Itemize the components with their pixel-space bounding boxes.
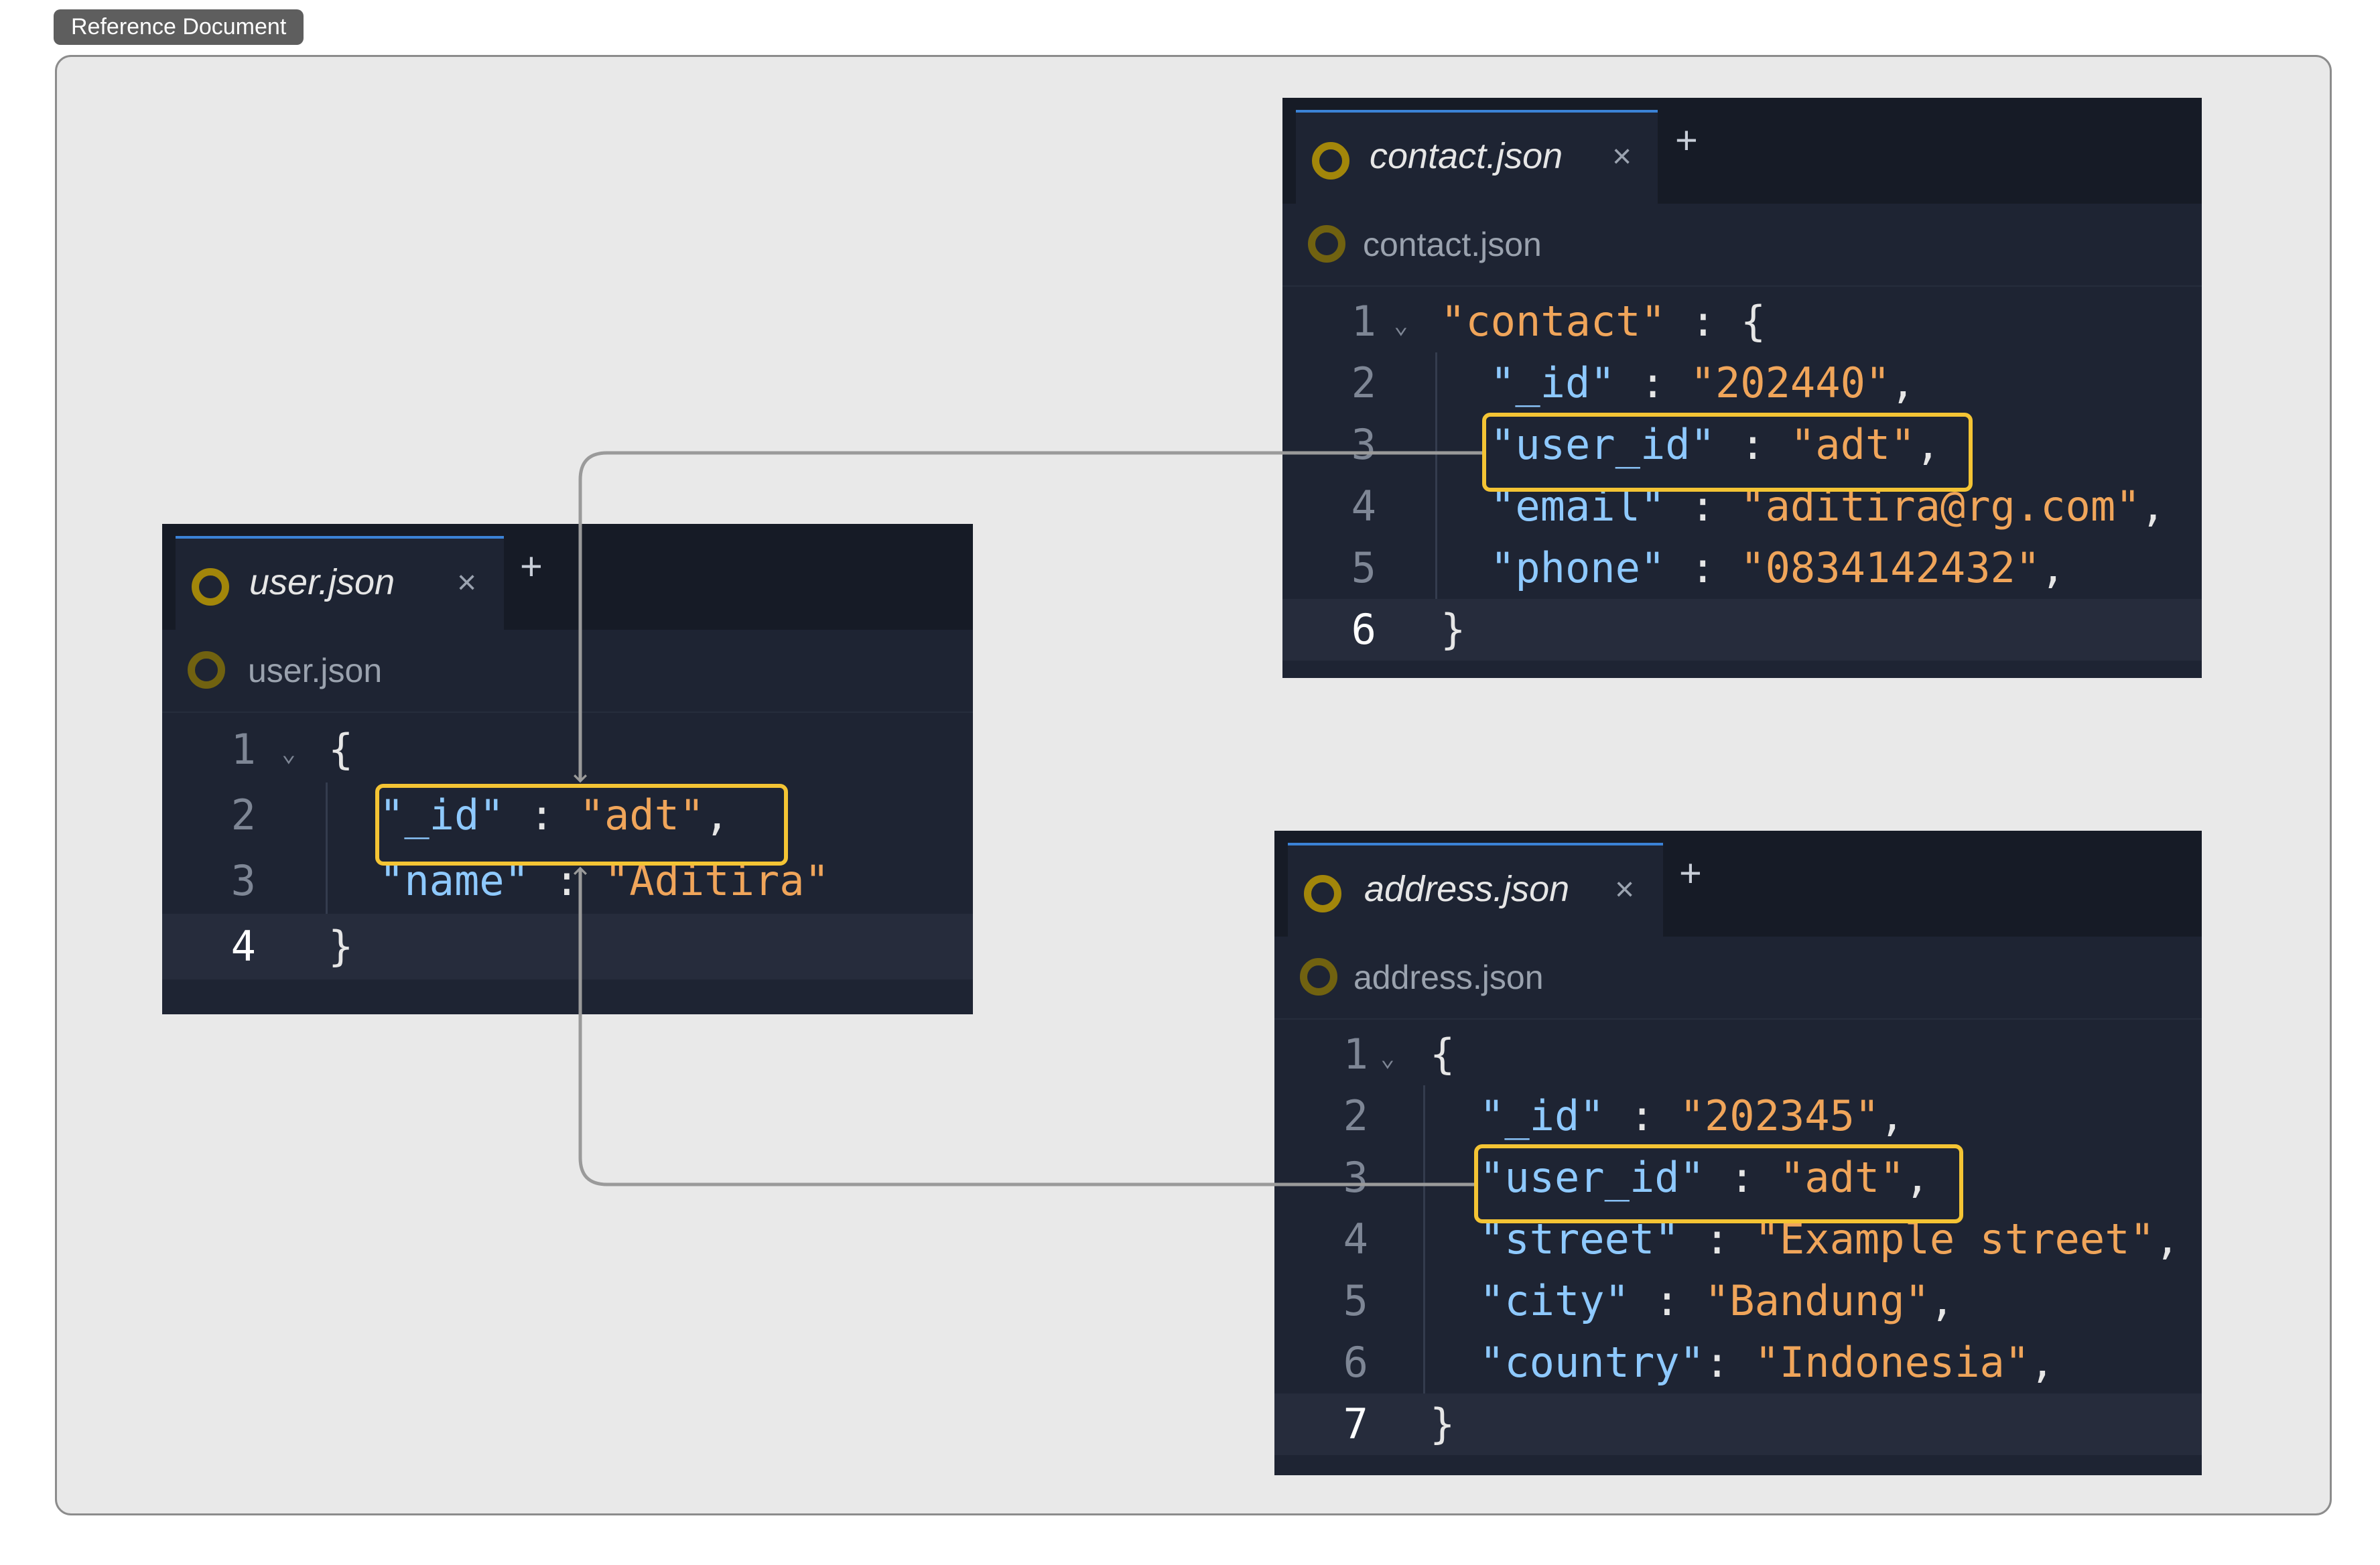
connector-address-to-user — [574, 866, 1474, 1186]
connector-contact-to-user — [574, 451, 1482, 783]
connector-lines — [574, 451, 1482, 1186]
